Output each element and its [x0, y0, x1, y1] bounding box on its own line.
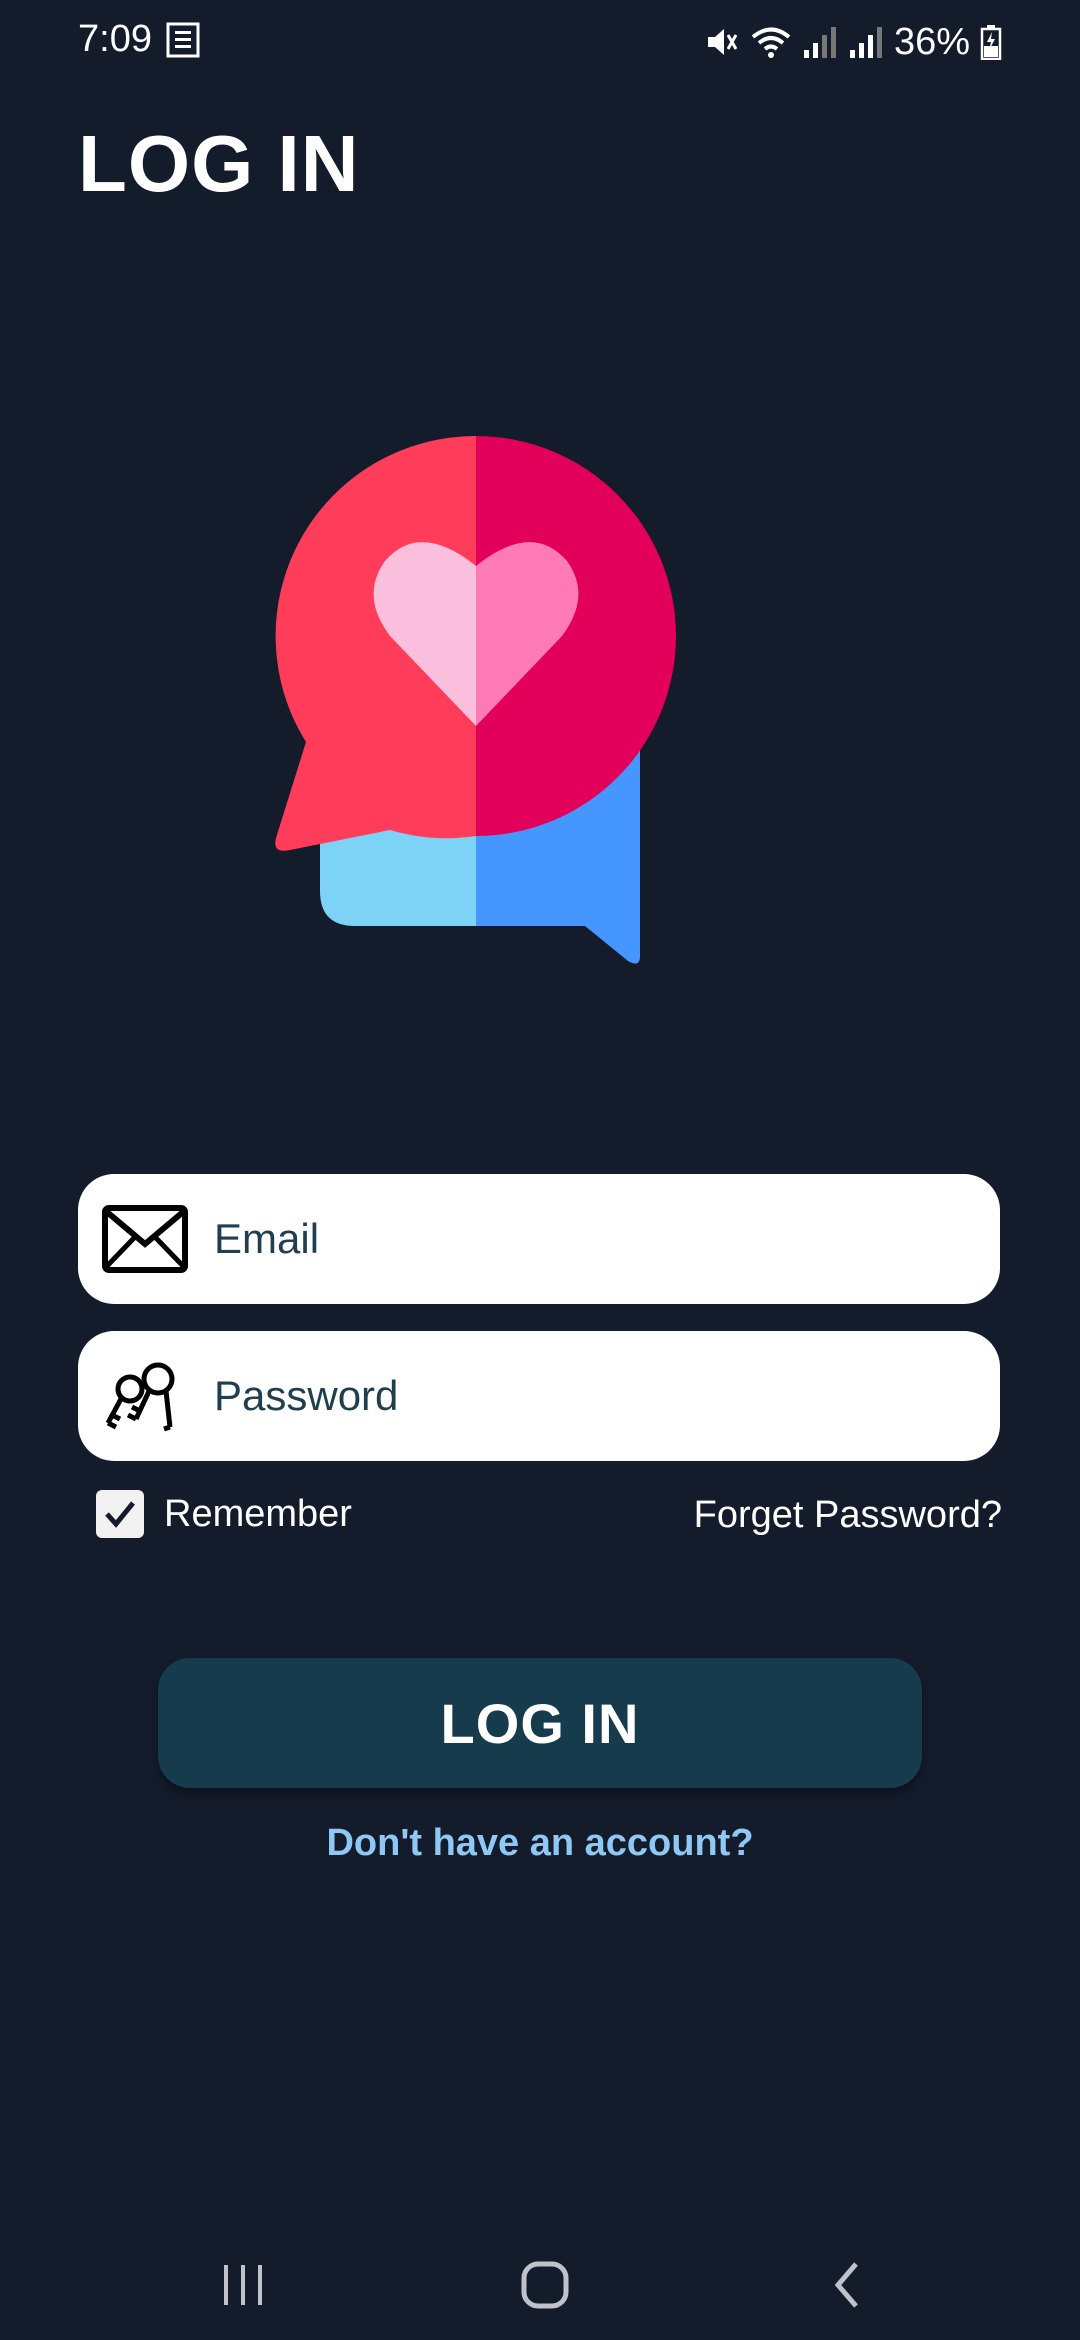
forgot-password-link[interactable]: Forget Password? [694, 1494, 1002, 1537]
signup-link[interactable]: Don't have an account? [0, 1822, 1080, 1865]
page-title: LOG IN [78, 119, 360, 208]
mute-icon [707, 29, 738, 55]
remember-label: Remember [164, 1492, 352, 1535]
recents-icon [224, 2265, 262, 2305]
back-button[interactable] [808, 2250, 888, 2320]
home-icon [521, 2261, 569, 2309]
home-button[interactable] [505, 2250, 585, 2320]
signal-icon [803, 27, 836, 58]
email-field[interactable] [78, 1174, 1000, 1304]
battery-charging-icon [980, 25, 1002, 60]
wifi-icon [751, 27, 791, 58]
note-icon [166, 22, 200, 58]
keys-icon [105, 1362, 175, 1432]
password-input[interactable] [214, 1331, 974, 1461]
remember-checkbox[interactable] [96, 1490, 144, 1538]
checkmark-icon [105, 1501, 135, 1528]
battery-percent: 36% [893, 20, 970, 63]
signal-icon [849, 27, 882, 58]
status-time: 7:09 [78, 18, 152, 60]
system-nav-bar [0, 2230, 1080, 2340]
back-icon [834, 2262, 858, 2308]
remember-checkbox-row[interactable]: Remember [96, 1490, 352, 1538]
login-button[interactable]: LOG IN [158, 1658, 922, 1788]
password-field[interactable] [78, 1331, 1000, 1461]
envelope-icon [102, 1205, 188, 1273]
email-input[interactable] [214, 1174, 974, 1304]
login-button-label: LOG IN [440, 1691, 640, 1755]
status-bar: 7:09 36% [0, 0, 1080, 84]
status-icons: 36% [704, 18, 1002, 66]
chat-heart-logo-icon [275, 436, 676, 964]
recents-button[interactable] [203, 2250, 283, 2320]
